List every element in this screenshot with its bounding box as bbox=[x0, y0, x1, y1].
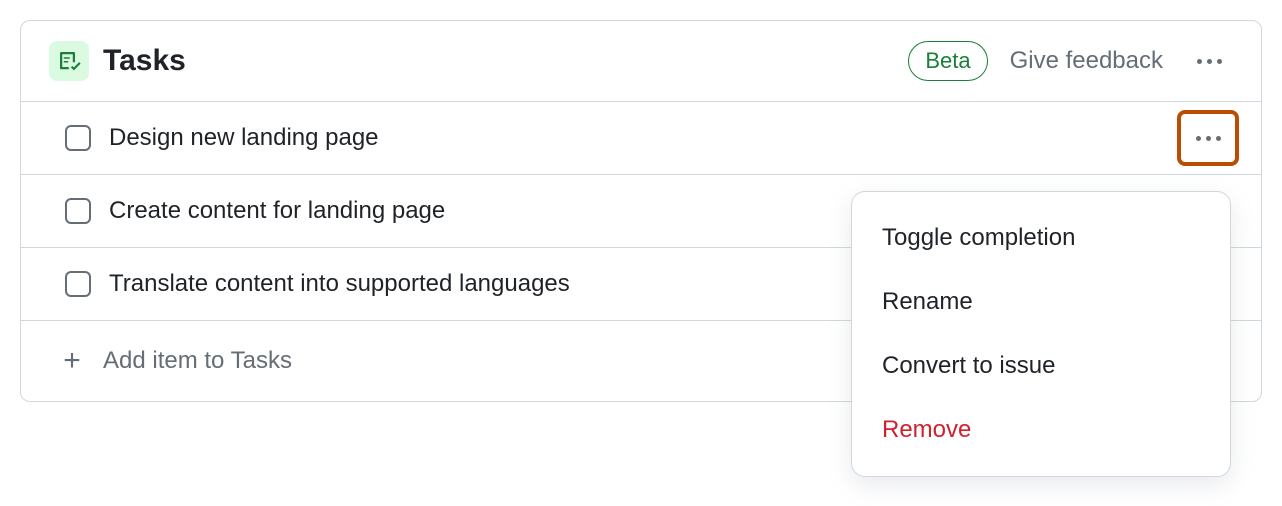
task-label: Design new landing page bbox=[109, 124, 1233, 152]
menu-toggle-completion[interactable]: Toggle completion bbox=[852, 206, 1230, 270]
tasks-card: Tasks Beta Give feedback Design new land… bbox=[20, 20, 1262, 402]
give-feedback-link[interactable]: Give feedback bbox=[1010, 47, 1163, 75]
tasks-menu-button[interactable] bbox=[1185, 41, 1233, 81]
task-checkbox[interactable] bbox=[65, 271, 91, 297]
task-item-menu-button[interactable] bbox=[1179, 112, 1237, 164]
plus-icon: + bbox=[59, 348, 85, 374]
beta-badge: Beta bbox=[908, 41, 987, 81]
menu-rename[interactable]: Rename bbox=[852, 270, 1230, 334]
task-context-menu: Toggle completion Rename Convert to issu… bbox=[851, 191, 1231, 477]
kebab-icon bbox=[1197, 59, 1222, 64]
menu-remove[interactable]: Remove bbox=[852, 398, 1230, 462]
add-task-label: Add item to Tasks bbox=[103, 347, 292, 375]
task-checkbox[interactable] bbox=[65, 198, 91, 224]
tasks-title: Tasks bbox=[103, 44, 894, 78]
task-checkbox[interactable] bbox=[65, 125, 91, 151]
kebab-icon bbox=[1196, 136, 1221, 141]
tasks-header: Tasks Beta Give feedback bbox=[21, 21, 1261, 101]
task-row[interactable]: Design new landing page bbox=[21, 102, 1261, 174]
menu-convert-to-issue[interactable]: Convert to issue bbox=[852, 334, 1230, 398]
tasklist-icon bbox=[49, 41, 89, 81]
